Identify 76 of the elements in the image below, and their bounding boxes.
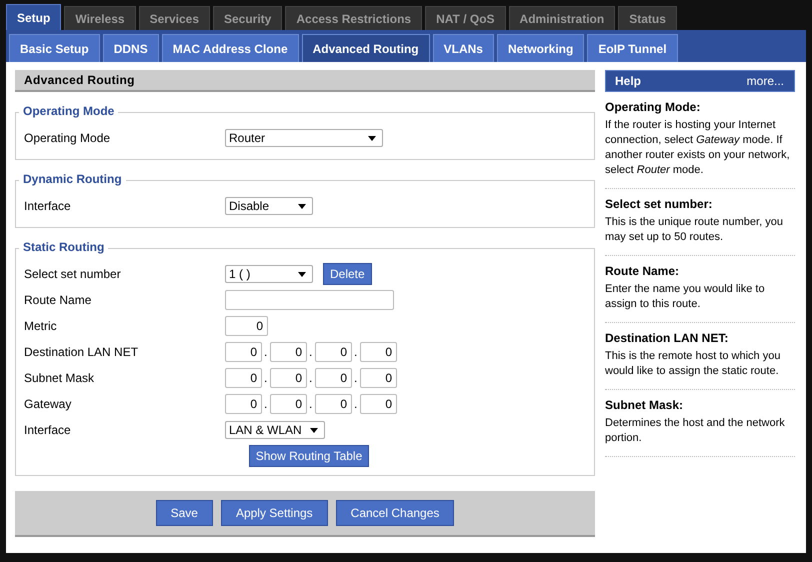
action-button[interactable]: Cancel Changes	[336, 500, 454, 526]
action-button[interactable]: Save	[156, 500, 213, 526]
octet-separator: .	[354, 397, 358, 411]
help-heading: Operating Mode:	[605, 100, 702, 115]
octet-field[interactable]: 0	[360, 342, 397, 362]
subtab[interactable]: VLANs	[432, 34, 494, 62]
octet-separator: .	[309, 371, 313, 385]
octet-field[interactable]: 0	[315, 368, 352, 388]
octet-separator: .	[354, 345, 358, 359]
section-title: Static Routing	[19, 240, 108, 254]
octet-field[interactable]: 0	[315, 394, 352, 414]
octet-field[interactable]: 0	[315, 342, 352, 362]
octet-field[interactable]: 0	[270, 368, 307, 388]
octet-field[interactable]: 0	[225, 342, 262, 362]
input-field[interactable]	[225, 290, 394, 310]
subtab[interactable]: DDNS	[102, 34, 159, 62]
nav-tab[interactable]: Security	[213, 6, 282, 30]
octet-field[interactable]: 0	[360, 368, 397, 388]
help-title: Help	[615, 74, 642, 88]
octet-separator: .	[264, 345, 268, 359]
dropdown[interactable]: Router	[225, 129, 383, 147]
help-text: Determines the host and the network portion.	[605, 416, 786, 446]
dropdown[interactable]: LAN & WLAN	[225, 421, 325, 439]
section-title: Dynamic Routing	[19, 172, 126, 186]
field-label: Gateway	[24, 397, 72, 411]
nav-tab[interactable]: Wireless	[64, 6, 136, 30]
help-heading: Route Name:	[605, 264, 680, 279]
caret-icon	[310, 428, 318, 432]
octet-field[interactable]: 0	[360, 394, 397, 414]
help-text: Enter the name you would like to assign to this route.	[605, 282, 766, 312]
nav-tab[interactable]: Administration	[508, 6, 616, 30]
subtab[interactable]: MAC Address Clone	[162, 34, 299, 62]
subtab[interactable]: Advanced Routing	[302, 34, 430, 62]
octet-separator: .	[309, 397, 313, 411]
octet-separator: .	[264, 397, 268, 411]
octet-field[interactable]: 0	[270, 394, 307, 414]
field-label: Destination LAN NET	[24, 345, 140, 359]
more-link[interactable]: more...	[746, 74, 784, 88]
field-label: Select set number	[24, 267, 122, 281]
octet-separator: .	[354, 371, 358, 385]
show-routing-table-button[interactable]: Show Routing Table	[248, 445, 370, 467]
subtab[interactable]: Networking	[496, 34, 584, 62]
nav-tab[interactable]: Status	[618, 6, 677, 30]
nav-tab[interactable]: Access Restrictions	[285, 6, 422, 30]
help-heading: Destination LAN NET:	[605, 331, 730, 346]
nav-tab[interactable]: NAT / QoS	[425, 6, 506, 30]
help-text: This is the unique route number, you may set up to 50 routes.	[605, 215, 784, 245]
help-heading: Select set number:	[605, 197, 714, 212]
delete-button[interactable]: Delete	[323, 263, 372, 285]
help-heading: Subnet Mask:	[605, 398, 684, 413]
panel-title: Advanced Routing	[15, 70, 595, 92]
octet-field[interactable]: 0	[225, 394, 262, 414]
field-label: Subnet Mask	[24, 371, 96, 385]
dropdown[interactable]: Disable	[225, 197, 313, 215]
field-label: Route Name	[24, 293, 92, 307]
subtab[interactable]: EoIP Tunnel	[587, 34, 678, 62]
subtab[interactable]: Basic Setup	[9, 34, 100, 62]
octet-field[interactable]: 0	[270, 342, 307, 362]
action-button[interactable]: Apply Settings	[220, 500, 328, 526]
field-label: Operating Mode	[24, 131, 112, 145]
field-label: Interface	[24, 423, 72, 437]
field-label: Interface	[24, 199, 72, 213]
help-text: This is the remote host to which you would like to assign the static route.	[605, 349, 782, 379]
caret-icon	[298, 204, 306, 208]
octet-separator: .	[309, 345, 313, 359]
nav-tab[interactable]: Services	[138, 6, 210, 30]
dropdown[interactable]: 1 ( )	[225, 265, 313, 283]
section-title: Operating Mode	[19, 104, 118, 118]
nav-tab[interactable]: Setup	[6, 4, 62, 30]
caret-icon	[368, 136, 376, 140]
field-label: Metric	[24, 319, 58, 333]
help-text: If the router is hosting your Internet connection, select Gateway mode. If another router exists on your network, select Router mode.	[605, 118, 791, 178]
octet-field[interactable]: 0	[225, 368, 262, 388]
octet-separator: .	[264, 371, 268, 385]
caret-icon	[298, 272, 306, 276]
input-field[interactable]: 0	[225, 316, 268, 336]
